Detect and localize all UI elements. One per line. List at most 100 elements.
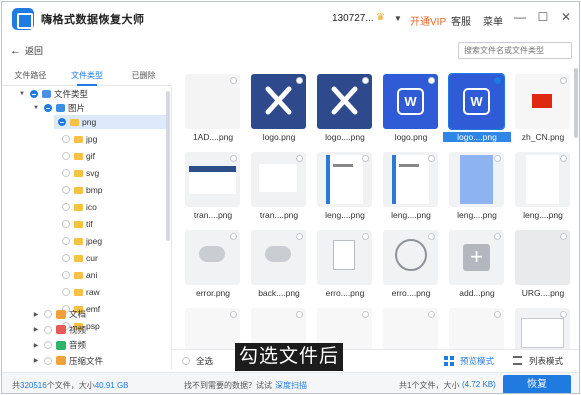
- checkbox[interactable]: [58, 118, 66, 126]
- file-thumbnail[interactable]: [515, 74, 570, 129]
- close-icon[interactable]: ✕: [559, 10, 573, 24]
- vip-link[interactable]: 开通VIP: [410, 13, 446, 28]
- file-thumbnail[interactable]: [317, 74, 372, 129]
- file-name[interactable]: leng....png: [377, 210, 445, 220]
- file-name[interactable]: URG....png: [509, 288, 571, 298]
- checkbox[interactable]: [62, 220, 70, 228]
- tree-item-images[interactable]: ▼ 图片: [32, 101, 85, 115]
- checkbox[interactable]: [62, 203, 70, 211]
- select-checkbox[interactable]: [296, 77, 303, 84]
- select-checkbox[interactable]: [362, 311, 369, 318]
- file-name[interactable]: leng....png: [509, 210, 571, 220]
- file-thumbnail[interactable]: +: [449, 230, 504, 285]
- select-checkbox[interactable]: [560, 233, 567, 240]
- select-checkbox[interactable]: [494, 311, 501, 318]
- list-view-icon[interactable]: [513, 356, 522, 365]
- recover-button[interactable]: 恢复: [503, 375, 571, 393]
- file-thumbnail[interactable]: [515, 230, 570, 285]
- select-checkbox[interactable]: [428, 155, 435, 162]
- select-checkbox[interactable]: [230, 311, 237, 318]
- file-thumbnail[interactable]: [449, 308, 504, 354]
- select-checkbox[interactable]: [362, 233, 369, 240]
- select-checkbox[interactable]: [560, 155, 567, 162]
- select-checkbox[interactable]: [560, 77, 567, 84]
- select-checkbox[interactable]: [362, 155, 369, 162]
- chevron-down-icon[interactable]: ▼: [394, 14, 402, 23]
- tree-item-svg[interactable]: svg: [58, 166, 158, 180]
- select-checkbox[interactable]: [428, 233, 435, 240]
- file-name[interactable]: logo....png: [311, 132, 379, 142]
- checkbox[interactable]: [62, 237, 70, 245]
- select-checkbox[interactable]: [494, 77, 501, 84]
- file-name[interactable]: leng....png: [443, 210, 511, 220]
- checkbox[interactable]: [44, 341, 52, 349]
- file-thumbnail[interactable]: [317, 230, 372, 285]
- file-name[interactable]: zh_CN.png: [509, 132, 571, 142]
- file-name[interactable]: logo.png: [377, 132, 445, 142]
- file-thumbnail[interactable]: [251, 152, 306, 207]
- tree-item-ani[interactable]: ani: [58, 268, 158, 282]
- select-checkbox[interactable]: [560, 311, 567, 318]
- minimize-icon[interactable]: —: [513, 10, 527, 24]
- file-thumbnail[interactable]: [317, 152, 372, 207]
- tree-item-raw[interactable]: raw: [58, 285, 158, 299]
- grid-scrollbar[interactable]: [574, 64, 579, 354]
- tree-item-ico[interactable]: ico: [58, 200, 158, 214]
- menu-button[interactable]: 菜单: [483, 13, 503, 28]
- tree-item-gif[interactable]: gif: [58, 149, 158, 163]
- tree-item-jpeg[interactable]: jpeg: [58, 234, 158, 248]
- checkbox[interactable]: [62, 254, 70, 262]
- expand-icon[interactable]: ▶: [32, 357, 40, 364]
- expand-icon[interactable]: ▶: [32, 311, 40, 318]
- tab-file-type[interactable]: 文件类型: [59, 68, 116, 86]
- expand-icon[interactable]: ▶: [32, 326, 40, 333]
- file-name[interactable]: 1AD....png: [179, 132, 247, 142]
- file-thumbnail[interactable]: [515, 308, 570, 354]
- file-name[interactable]: leng....png: [311, 210, 379, 220]
- file-thumbnail[interactable]: W: [383, 74, 438, 129]
- file-name[interactable]: tran....png: [245, 210, 313, 220]
- file-thumbnail[interactable]: [383, 230, 438, 285]
- select-checkbox[interactable]: [428, 77, 435, 84]
- expand-icon[interactable]: ▶: [32, 342, 40, 349]
- file-name[interactable]: logo.png: [245, 132, 313, 142]
- file-thumbnail[interactable]: [383, 152, 438, 207]
- file-thumbnail[interactable]: [185, 230, 240, 285]
- grid-view-icon[interactable]: [444, 356, 454, 366]
- deep-scan-link[interactable]: 深度扫描: [275, 380, 307, 391]
- file-thumbnail[interactable]: [185, 308, 240, 354]
- tree-item-cur[interactable]: cur: [58, 251, 158, 265]
- tree-item-other[interactable]: ▶ 音频: [32, 338, 86, 352]
- select-checkbox[interactable]: [494, 233, 501, 240]
- search-input[interactable]: [458, 42, 572, 59]
- file-name[interactable]: erro....png: [311, 288, 379, 298]
- file-thumbnail[interactable]: [449, 152, 504, 207]
- expand-icon[interactable]: ▼: [18, 91, 26, 97]
- tree-item-bmp[interactable]: bmp: [58, 183, 158, 197]
- file-thumbnail[interactable]: [383, 308, 438, 354]
- tab-deleted[interactable]: 已删除: [115, 68, 172, 85]
- checkbox[interactable]: [62, 169, 70, 177]
- checkbox[interactable]: [44, 310, 52, 318]
- select-checkbox[interactable]: [428, 311, 435, 318]
- tab-file-path[interactable]: 文件路径: [2, 68, 59, 85]
- service-button[interactable]: 客服: [451, 13, 471, 28]
- checkbox[interactable]: [30, 90, 38, 98]
- select-checkbox[interactable]: [230, 77, 237, 84]
- checkbox[interactable]: [62, 152, 70, 160]
- back-button[interactable]: ← 返回: [10, 44, 43, 57]
- select-checkbox[interactable]: [296, 311, 303, 318]
- file-thumbnail[interactable]: [515, 152, 570, 207]
- file-thumbnail[interactable]: W: [448, 73, 505, 130]
- file-name[interactable]: erro....png: [377, 288, 445, 298]
- preview-mode-button[interactable]: 预览模式: [460, 355, 494, 367]
- tree-item-other[interactable]: ▶ 视频: [32, 323, 86, 337]
- select-all-label[interactable]: 全选: [196, 355, 213, 367]
- checkbox[interactable]: [62, 135, 70, 143]
- checkbox[interactable]: [44, 325, 52, 334]
- tree-item-tif[interactable]: tif: [58, 217, 158, 231]
- checkbox[interactable]: [62, 186, 70, 194]
- file-name[interactable]: tran....png: [179, 210, 247, 220]
- expand-icon[interactable]: ▼: [32, 105, 40, 111]
- list-mode-button[interactable]: 列表模式: [529, 355, 563, 367]
